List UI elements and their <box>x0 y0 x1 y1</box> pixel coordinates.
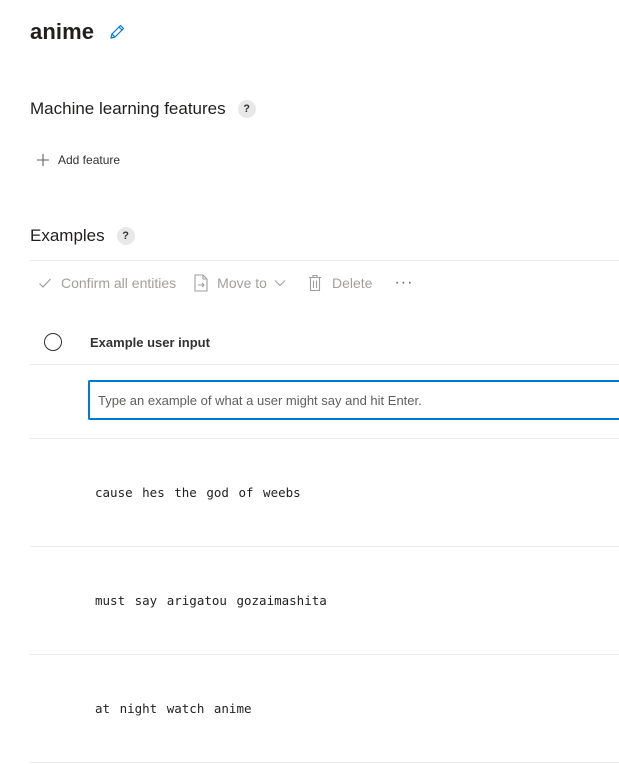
trash-icon <box>308 274 322 292</box>
move-to-label: Move to <box>217 275 267 291</box>
move-document-icon <box>193 274 209 292</box>
examples-header-row: Example user input <box>30 325 619 359</box>
examples-header: Examples ? <box>30 224 135 248</box>
delete-button[interactable]: Delete <box>308 274 372 292</box>
example-utterance: cause hes the god of weebs <box>95 485 301 500</box>
example-input-wrapper <box>88 380 619 420</box>
column-header-example-user-input: Example user input <box>90 334 210 350</box>
pencil-icon[interactable] <box>108 23 126 41</box>
confirm-all-entities-label: Confirm all entities <box>61 275 177 291</box>
checkmark-icon <box>38 276 52 290</box>
help-icon[interactable]: ? <box>116 227 135 245</box>
help-icon[interactable]: ? <box>237 100 256 118</box>
example-row[interactable]: cause hes the god of weebs <box>30 438 619 546</box>
section-divider <box>30 260 619 261</box>
ellipsis-icon[interactable]: ··· <box>394 274 413 292</box>
delete-label: Delete <box>331 275 373 291</box>
examples-title: Examples <box>30 226 105 245</box>
example-row[interactable]: at night watch anime <box>30 654 619 762</box>
plus-icon <box>36 153 50 167</box>
examples-toolbar: Confirm all entities Move to Delete ··· <box>30 270 413 296</box>
page-title: anime <box>30 19 95 44</box>
chevron-down-icon <box>274 279 286 287</box>
ml-features-header: Machine learning features ? <box>30 97 256 121</box>
row-divider <box>30 762 619 763</box>
title-row: anime <box>30 16 126 48</box>
select-all-checkbox[interactable] <box>44 333 62 351</box>
confirm-all-entities-button[interactable]: Confirm all entities <box>38 275 176 291</box>
add-feature-label: Add feature <box>58 153 121 167</box>
example-utterance: at night watch anime <box>95 701 252 716</box>
ml-features-title: Machine learning features <box>30 99 226 118</box>
example-utterance: must say arigatou gozaimashita <box>95 593 327 608</box>
example-input[interactable] <box>90 382 619 418</box>
add-feature-button[interactable]: Add feature <box>36 150 120 170</box>
move-to-button[interactable]: Move to <box>193 274 286 292</box>
example-row[interactable]: must say arigatou gozaimashita <box>30 546 619 654</box>
header-divider <box>30 364 619 365</box>
